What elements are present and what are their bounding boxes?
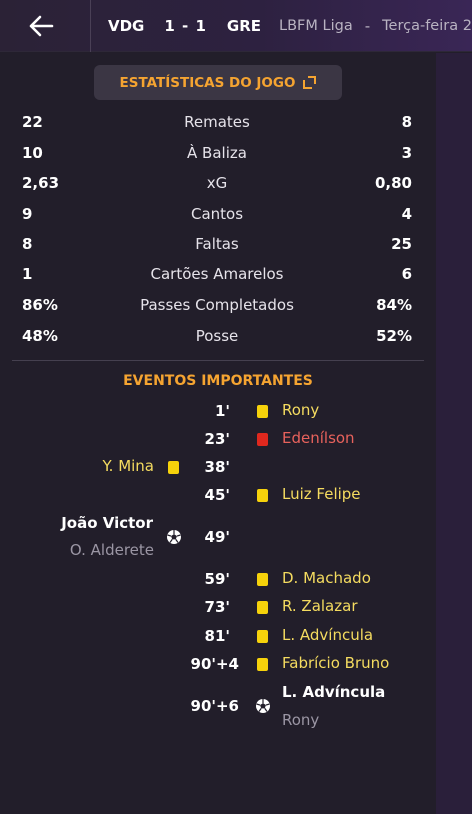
- event-assist[interactable]: Rony: [282, 711, 319, 729]
- stat-label: Cantos: [190, 205, 244, 223]
- event-minute: 73': [204, 598, 230, 616]
- event-player[interactable]: Luiz Felipe: [282, 485, 361, 503]
- match-stats-button[interactable]: ESTATÍSTICAS DO JOGO: [94, 65, 342, 100]
- match-stats-title: ESTATÍSTICAS DO JOGO: [119, 74, 296, 91]
- football-icon: [256, 699, 270, 713]
- stat-row-fouls: 8 Faltas 25: [22, 232, 412, 256]
- stat-row-on-target: 10 À Baliza 3: [22, 141, 412, 165]
- stat-row-xg: 2,63 xG 0,80: [22, 171, 412, 195]
- event-player[interactable]: L. Advíncula: [282, 626, 373, 644]
- stat-away-value: 52%: [376, 327, 412, 345]
- stat-away-value: 8: [401, 113, 412, 131]
- yellow-card-icon: [257, 489, 268, 502]
- event-minute: 90'+4: [190, 655, 239, 673]
- event-player[interactable]: Edenílson: [282, 429, 355, 447]
- event-player[interactable]: L. Advíncula: [282, 683, 385, 701]
- header-separator: -: [364, 17, 371, 35]
- stat-label: Posse: [195, 327, 239, 345]
- stat-label: Remates: [184, 113, 250, 131]
- stat-away-value: 4: [401, 205, 412, 223]
- stat-away-value: 0,80: [374, 174, 412, 192]
- event-minute: 90'+6: [190, 697, 239, 715]
- stat-row-possession: 48% Posse 52%: [22, 324, 412, 348]
- yellow-card-icon: [257, 630, 268, 643]
- event-player[interactable]: R. Zalazar: [282, 597, 357, 615]
- event-minute: 49': [204, 528, 230, 546]
- event-minute: 45': [204, 486, 230, 504]
- home-team[interactable]: VDG: [108, 17, 144, 35]
- background-strip: [436, 53, 472, 814]
- event-player[interactable]: Fabrício Bruno: [282, 654, 389, 672]
- stat-away-value: 6: [401, 265, 412, 283]
- event-minute: 1': [214, 402, 230, 420]
- stat-label: xG: [206, 174, 228, 192]
- back-button[interactable]: [22, 10, 60, 42]
- yellow-card-icon: [257, 573, 268, 586]
- event-minute: 59': [204, 570, 230, 588]
- stat-label: Faltas: [195, 235, 239, 253]
- event-player[interactable]: D. Machado: [282, 569, 371, 587]
- expand-icon: [303, 76, 317, 89]
- stat-row-corners: 9 Cantos 4: [22, 202, 412, 226]
- event-minute: 81': [204, 627, 230, 645]
- arrow-left-icon: [29, 15, 54, 37]
- away-team[interactable]: GRE: [227, 17, 261, 35]
- yellow-card-icon: [168, 461, 179, 474]
- score-value: 1 - 1: [164, 17, 207, 35]
- yellow-card-icon: [257, 658, 268, 671]
- stat-label: À Baliza: [187, 144, 247, 162]
- league-name[interactable]: LBFM Liga: [279, 18, 353, 34]
- stat-row-yellow-cards: 1 Cartões Amarelos 6: [22, 262, 412, 286]
- match-score: VDG 1 - 1 GRE LBFM Liga - Terça-feira 24: [108, 15, 472, 37]
- event-player[interactable]: Rony: [282, 401, 319, 419]
- stat-label: Passes Completados: [140, 296, 294, 314]
- event-minute: 23': [204, 430, 230, 448]
- section-divider: [12, 360, 424, 361]
- yellow-card-icon: [257, 601, 268, 614]
- stat-label: Cartões Amarelos: [150, 265, 284, 283]
- yellow-card-icon: [257, 405, 268, 418]
- red-card-icon: [257, 433, 268, 446]
- header-divider: [90, 0, 91, 52]
- stat-row-shots: 22 Remates 8: [22, 110, 412, 134]
- stat-away-value: 25: [391, 235, 412, 253]
- stat-away-value: 84%: [376, 296, 412, 314]
- event-player[interactable]: Y. Mina: [103, 457, 154, 475]
- match-date: Terça-feira 24: [382, 18, 472, 34]
- stat-away-value: 3: [401, 144, 412, 162]
- key-events-title: EVENTOS IMPORTANTES: [123, 373, 313, 389]
- match-header-bar: VDG 1 - 1 GRE LBFM Liga - Terça-feira 24: [0, 0, 472, 52]
- stat-row-passes: 86% Passes Completados 84%: [22, 293, 412, 317]
